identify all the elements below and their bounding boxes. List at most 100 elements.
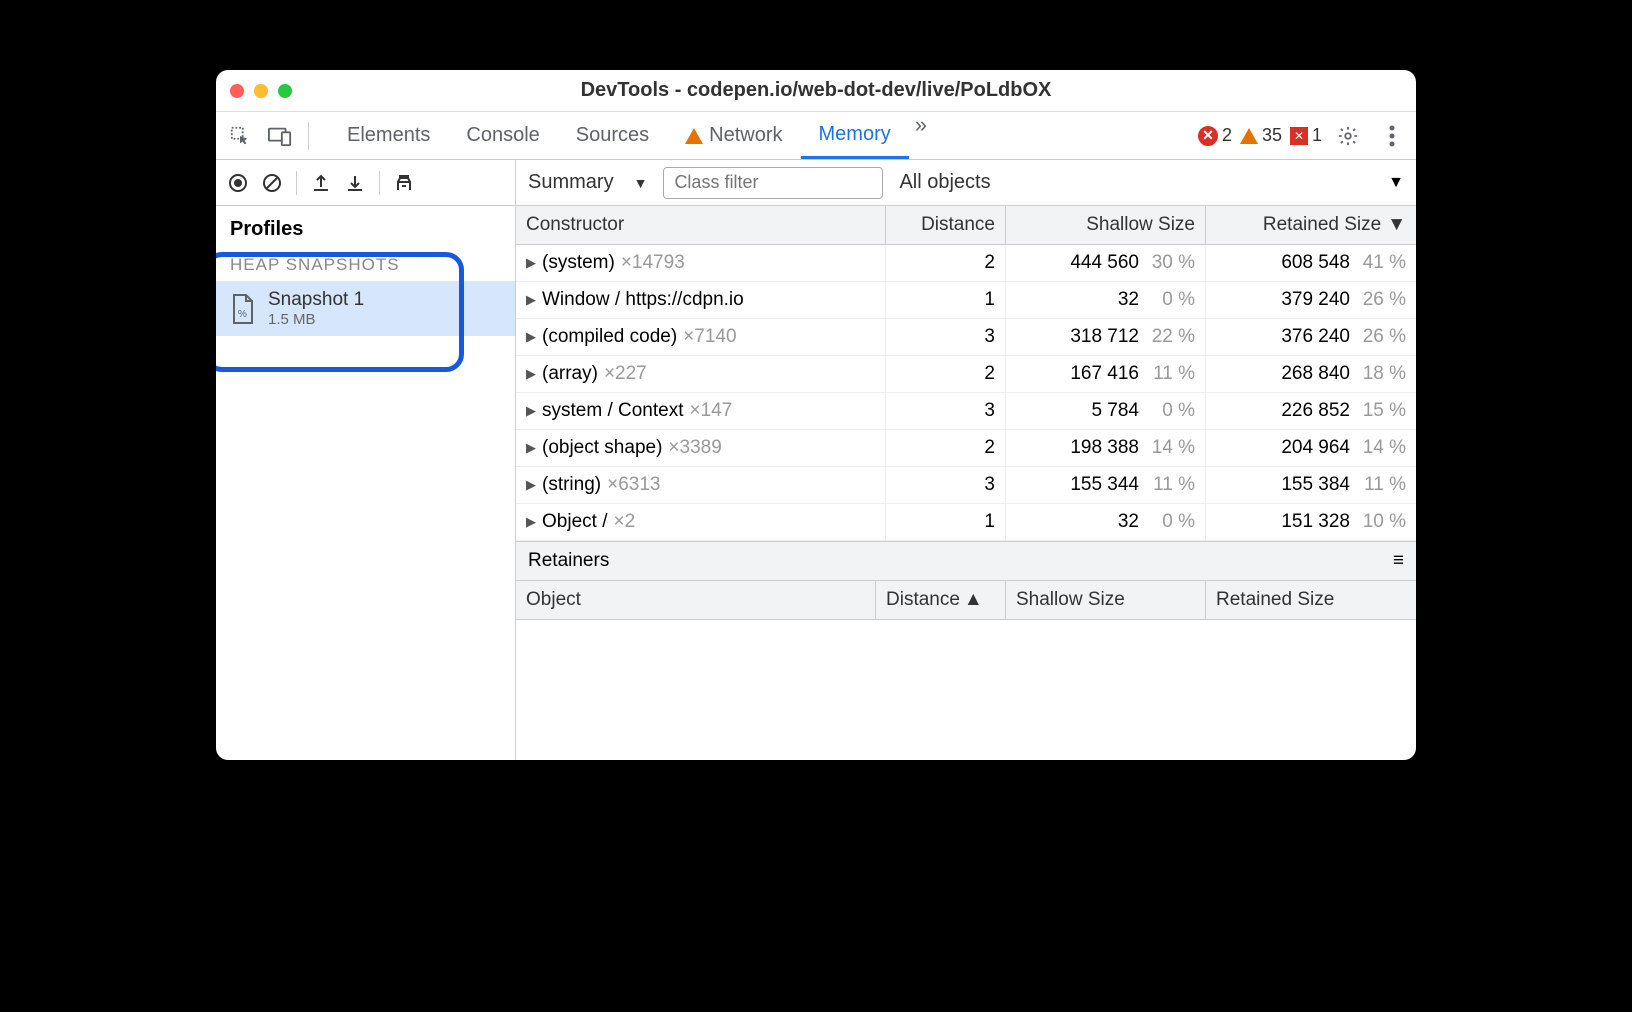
issue-count: 1 — [1312, 125, 1322, 146]
garbage-collect-button[interactable] — [394, 173, 414, 193]
issue-badge[interactable]: ✕ 1 — [1290, 125, 1322, 146]
load-button[interactable] — [311, 173, 331, 193]
tab-console[interactable]: Console — [448, 112, 557, 159]
record-button[interactable] — [228, 173, 248, 193]
more-options-button[interactable] — [1374, 125, 1410, 147]
table-row[interactable]: ▶Object / ×21320 %151 32810 % — [516, 504, 1416, 541]
scope-dropdown-label: All objects — [899, 171, 990, 194]
heap-snapshots-category: HEAP SNAPSHOTS — [216, 249, 515, 281]
retainers-table-header: Object Distance ▲ Shallow Size Retained … — [516, 581, 1416, 620]
constructor-name: Window / https://cdpn.io — [542, 289, 744, 311]
panel-body: Profiles HEAP SNAPSHOTS % Snapshot 1 1.5… — [216, 160, 1416, 760]
table-row[interactable]: ▶(string) ×63133155 34411 %155 38411 % — [516, 467, 1416, 504]
retainers-col-shallow[interactable]: Shallow Size — [1006, 581, 1206, 619]
view-dropdown[interactable]: Summary ▼ — [528, 171, 647, 194]
minimize-window-button[interactable] — [254, 84, 268, 98]
retained-pct: 18 % — [1360, 363, 1406, 385]
window-title: DevTools - codepen.io/web-dot-dev/live/P… — [216, 79, 1416, 102]
col-retained[interactable]: Retained Size ▼ — [1206, 206, 1416, 244]
expand-icon[interactable]: ▶ — [526, 366, 536, 382]
retained-pct: 15 % — [1360, 400, 1406, 422]
table-row[interactable]: ▶(object shape) ×33892198 38814 %204 964… — [516, 430, 1416, 467]
warning-count: 35 — [1262, 125, 1282, 146]
scope-dropdown[interactable]: All objects — [899, 171, 990, 194]
table-row[interactable]: ▶(compiled code) ×71403318 71222 %376 24… — [516, 319, 1416, 356]
retained-value: 204 964 — [1281, 437, 1350, 459]
shallow-pct: 11 % — [1149, 474, 1195, 496]
snapshot-item[interactable]: % Snapshot 1 1.5 MB — [216, 281, 515, 336]
retainers-table-body — [516, 620, 1416, 690]
retained-value: 155 384 — [1281, 474, 1350, 496]
instance-count: ×2 — [613, 511, 635, 533]
expand-icon[interactable]: ▶ — [526, 477, 536, 493]
error-badge[interactable]: ✕ 2 — [1198, 125, 1232, 146]
retained-pct: 41 % — [1360, 252, 1406, 274]
shallow-value: 167 416 — [1070, 363, 1139, 385]
retained-pct: 11 % — [1360, 474, 1406, 496]
titlebar: DevTools - codepen.io/web-dot-dev/live/P… — [216, 70, 1416, 112]
warning-badge[interactable]: 35 — [1240, 125, 1282, 146]
instance-count: ×14793 — [621, 252, 685, 274]
expand-icon[interactable]: ▶ — [526, 292, 536, 308]
expand-icon[interactable]: ▶ — [526, 329, 536, 345]
table-row[interactable]: ▶(array) ×2272167 41611 %268 84018 % — [516, 356, 1416, 393]
table-row[interactable]: ▶(system) ×147932444 56030 %608 54841 % — [516, 245, 1416, 282]
distance-value: 2 — [886, 356, 1006, 392]
distance-value: 3 — [886, 393, 1006, 429]
instance-count: ×6313 — [607, 474, 660, 496]
class-filter-input[interactable] — [663, 167, 883, 199]
retainers-col-distance[interactable]: Distance ▲ — [876, 581, 1006, 619]
shallow-value: 155 344 — [1070, 474, 1139, 496]
expand-icon[interactable]: ▶ — [526, 514, 536, 530]
distance-value: 1 — [886, 282, 1006, 318]
shallow-pct: 0 % — [1149, 289, 1195, 311]
shallow-pct: 14 % — [1149, 437, 1195, 459]
retained-pct: 26 % — [1360, 289, 1406, 311]
col-shallow[interactable]: Shallow Size — [1006, 206, 1206, 244]
instance-count: ×147 — [690, 400, 733, 422]
tab-memory[interactable]: Memory — [801, 112, 909, 159]
col-distance[interactable]: Distance — [886, 206, 1006, 244]
expand-icon[interactable]: ▶ — [526, 255, 536, 271]
tabs-overflow-button[interactable]: » — [909, 112, 933, 159]
shallow-value: 32 — [1118, 511, 1139, 533]
snapshot-file-icon: % — [230, 293, 258, 325]
retainers-section-header[interactable]: Retainers ≡ — [516, 541, 1416, 581]
save-button[interactable] — [345, 173, 365, 193]
instance-count: ×3389 — [668, 437, 721, 459]
menu-icon[interactable]: ≡ — [1393, 550, 1404, 572]
table-row[interactable]: ▶Window / https://cdpn.io1320 %379 24026… — [516, 282, 1416, 319]
clear-button[interactable] — [262, 173, 282, 193]
profiles-sidebar: Profiles HEAP SNAPSHOTS % Snapshot 1 1.5… — [216, 160, 516, 760]
retained-value: 608 548 — [1281, 252, 1350, 274]
separator — [308, 122, 309, 150]
inspect-element-icon[interactable] — [222, 118, 258, 154]
expand-icon[interactable]: ▶ — [526, 403, 536, 419]
table-row[interactable]: ▶system / Context ×14735 7840 %226 85215… — [516, 393, 1416, 430]
col-constructor[interactable]: Constructor — [516, 206, 886, 244]
retained-pct: 10 % — [1360, 511, 1406, 533]
shallow-pct: 22 % — [1149, 326, 1195, 348]
retained-value: 226 852 — [1281, 400, 1350, 422]
device-toolbar-icon[interactable] — [262, 118, 298, 154]
maximize-window-button[interactable] — [278, 84, 292, 98]
close-window-button[interactable] — [230, 84, 244, 98]
retainers-col-retained[interactable]: Retained Size — [1206, 581, 1416, 619]
tab-network[interactable]: Network — [667, 112, 800, 159]
snapshot-size: 1.5 MB — [268, 311, 364, 328]
retained-pct: 26 % — [1360, 326, 1406, 348]
chevron-down-icon[interactable]: ▼ — [1388, 174, 1404, 192]
main-panel: Summary ▼ All objects ▼ Constructor Dist… — [516, 160, 1416, 760]
shallow-pct: 11 % — [1149, 363, 1195, 385]
distance-value: 3 — [886, 467, 1006, 503]
constructor-name: (array) — [542, 363, 598, 385]
expand-icon[interactable]: ▶ — [526, 440, 536, 456]
issue-icon: ✕ — [1290, 127, 1308, 145]
instance-count: ×7140 — [683, 326, 736, 348]
separator — [379, 171, 380, 195]
tab-sources[interactable]: Sources — [558, 112, 667, 159]
shallow-value: 5 784 — [1091, 400, 1139, 422]
retainers-col-object[interactable]: Object — [516, 581, 876, 619]
tab-elements[interactable]: Elements — [329, 112, 448, 159]
settings-button[interactable] — [1330, 125, 1366, 147]
